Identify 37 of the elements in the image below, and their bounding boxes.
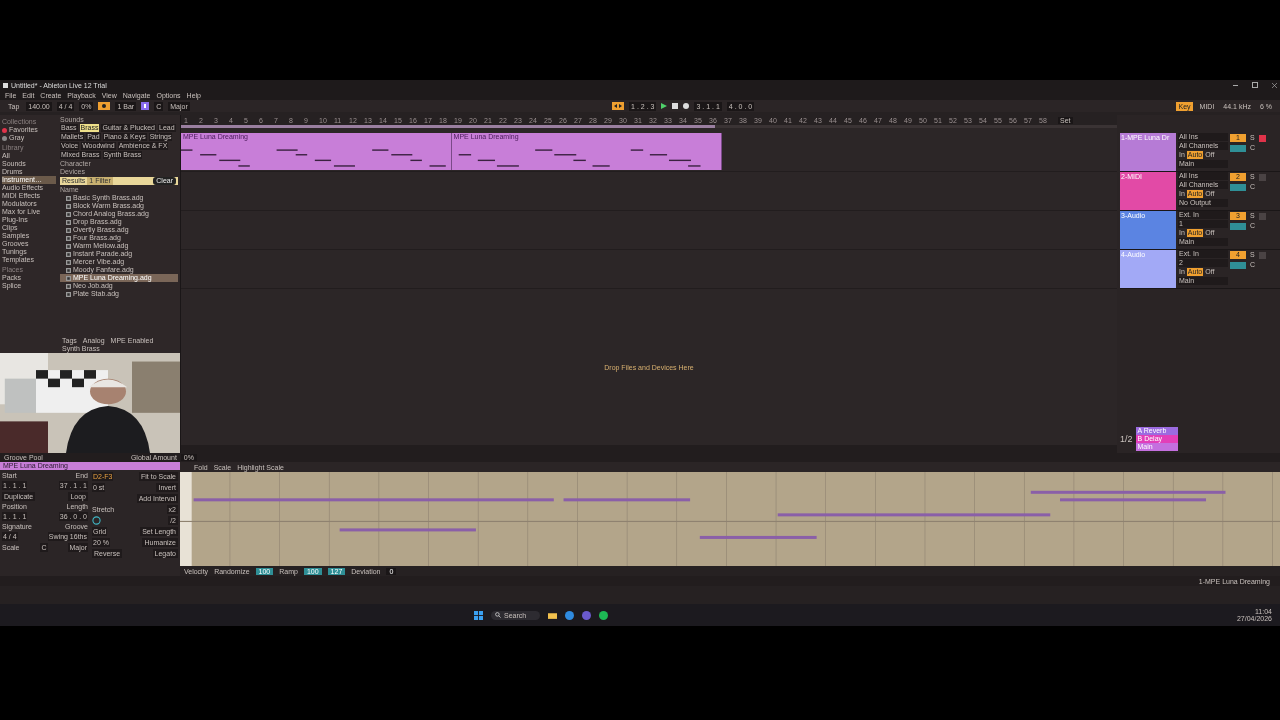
app-icon — [3, 82, 8, 88]
pan-field[interactable] — [1230, 144, 1246, 152]
chat-icon[interactable] — [582, 610, 592, 620]
pan-field[interactable] — [1230, 222, 1246, 230]
preset-icon — [66, 275, 71, 281]
start-icon[interactable] — [474, 610, 483, 620]
record-icon[interactable] — [683, 103, 690, 109]
search-icon — [495, 612, 501, 618]
follow-button[interactable] — [612, 102, 625, 110]
preset-icon — [66, 195, 71, 201]
pan-field[interactable] — [1230, 261, 1246, 269]
scale-mode-button[interactable] — [141, 102, 150, 110]
preset-icon — [66, 259, 71, 265]
folder-icon[interactable] — [548, 610, 558, 620]
music-icon[interactable] — [599, 610, 609, 620]
preset-icon — [66, 283, 71, 289]
arm-button[interactable] — [1258, 134, 1266, 142]
preset-icon — [66, 291, 71, 297]
metronome-button[interactable] — [98, 102, 111, 110]
minimize-icon[interactable] — [1233, 84, 1238, 86]
maximize-icon[interactable] — [1252, 82, 1258, 88]
preset-icon — [66, 235, 71, 241]
preset-icon — [66, 211, 71, 217]
preset-icon — [66, 227, 71, 233]
pan-field[interactable] — [1230, 183, 1246, 191]
loop-bar[interactable] — [181, 125, 1117, 128]
preset-icon — [66, 267, 71, 273]
page-indicator: 1/2 — [1120, 434, 1133, 444]
preset-icon — [66, 203, 71, 209]
preset-icon — [66, 243, 71, 249]
globe-icon[interactable] — [565, 610, 575, 620]
preset-icon — [66, 251, 71, 257]
stop-icon[interactable] — [672, 103, 679, 109]
preset-icon — [66, 219, 71, 225]
stretch-knob[interactable] — [92, 516, 101, 525]
close-icon[interactable] — [1272, 82, 1277, 88]
play-icon[interactable] — [661, 103, 668, 109]
